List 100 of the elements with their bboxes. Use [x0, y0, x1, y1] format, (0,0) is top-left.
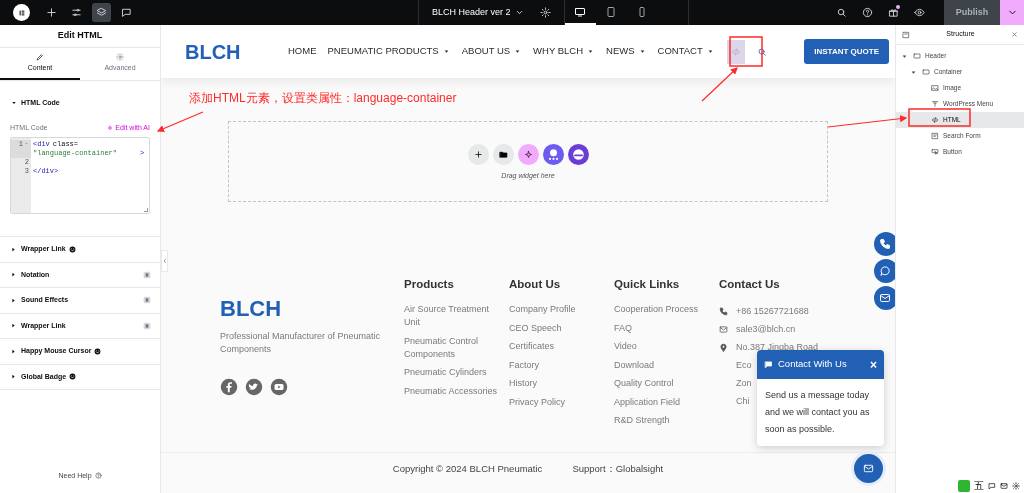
- contact-text: +86 15267721688: [736, 304, 809, 318]
- pro-badge-icon: [143, 270, 151, 279]
- footer-heading: About Us: [509, 277, 562, 292]
- footer-link[interactable]: Cooperation Process: [614, 303, 719, 317]
- footer-link[interactable]: Privacy Policy: [509, 395, 614, 409]
- desktop-icon: [574, 5, 587, 18]
- youtube-icon[interactable]: [270, 378, 288, 396]
- smiley-badge-icon: [69, 373, 77, 381]
- code-icon: [931, 116, 939, 124]
- footer-heading: Quick Links: [614, 277, 681, 292]
- phone-icon: [879, 238, 891, 250]
- envelope-icon: [879, 292, 891, 304]
- phone-float-button[interactable]: [874, 232, 895, 256]
- nav-link[interactable]: ABOUT US: [461, 44, 523, 59]
- panel-title: Edit HTML: [0, 25, 160, 48]
- footer-link[interactable]: Factory: [509, 358, 614, 372]
- twitter-icon[interactable]: [245, 378, 263, 396]
- envelope-icon: [863, 463, 874, 474]
- editor-logo[interactable]: [13, 4, 30, 21]
- popup-message: Send us a message today and we will contact you as soon as possible.: [764, 389, 871, 436]
- footer-link[interactable]: Application Field: [614, 395, 719, 409]
- settings-icon[interactable]: [1012, 482, 1020, 490]
- gear-icon: [116, 52, 124, 61]
- collapse-panel-handle[interactable]: [161, 250, 168, 272]
- nav-link[interactable]: CONTACT: [657, 44, 715, 59]
- annotation-arrow: [156, 111, 204, 132]
- comment-icon: [121, 7, 132, 18]
- annotation-text: 添加HTML元素，设置类属性：language-container: [189, 90, 457, 107]
- footer-link[interactable]: Video: [614, 340, 719, 354]
- footer-link[interactable]: FAQ: [614, 321, 719, 335]
- add-icon: [46, 7, 57, 18]
- help-icon[interactable]: [861, 7, 873, 18]
- facebook-icon[interactable]: [220, 378, 238, 396]
- contact-text: sale3@blch.cn: [736, 322, 796, 336]
- ime-toolbar[interactable]: 五: [956, 480, 1022, 492]
- resize-handle[interactable]: [144, 208, 148, 212]
- instant-quote-button[interactable]: INSTANT QUOTE: [804, 39, 889, 64]
- close-button[interactable]: ×: [870, 358, 877, 371]
- footer-link[interactable]: History: [509, 377, 614, 391]
- footer-link[interactable]: Download: [614, 358, 719, 372]
- email-float-button[interactable]: [874, 286, 895, 310]
- search-icon[interactable]: [835, 7, 847, 18]
- cursor-button-icon: [931, 148, 939, 156]
- contact-text: Eco: [736, 358, 752, 372]
- footer-link[interactable]: CEO Speech: [509, 321, 614, 335]
- footer-link[interactable]: Air Source Treatment Unit: [404, 303, 509, 330]
- footer-link[interactable]: Pneumatic Control Components: [404, 334, 509, 361]
- robot-button[interactable]: [542, 143, 564, 165]
- chat-launcher-button[interactable]: [851, 451, 886, 486]
- nav-link[interactable]: HOME: [288, 44, 317, 59]
- preview-icon[interactable]: [913, 7, 925, 18]
- code-icon: [730, 46, 741, 57]
- folder-icon: [498, 149, 508, 159]
- footer-link[interactable]: Pneumatic Accessories: [404, 384, 509, 398]
- layers-icon-button[interactable]: [92, 3, 111, 22]
- envelope-icon: [719, 324, 728, 334]
- phone-icon: [719, 306, 728, 316]
- menu-icon: [931, 100, 939, 108]
- smiley-badge-icon: [68, 245, 76, 253]
- footer-link[interactable]: Quality Control: [614, 377, 719, 391]
- close-icon[interactable]: [1011, 31, 1018, 38]
- whatsapp-icon: [879, 265, 891, 277]
- panel-icon: [902, 30, 910, 39]
- footer-heading: Products: [404, 277, 455, 292]
- face-button[interactable]: [567, 143, 589, 165]
- document-title-menu[interactable]: BLCH Header ver 2: [432, 5, 524, 20]
- image-icon: [931, 84, 939, 92]
- sparkle-button[interactable]: [517, 143, 539, 165]
- footer-link[interactable]: Certificates: [509, 340, 614, 354]
- contact-text: Chi: [736, 394, 750, 408]
- ime-mode[interactable]: 五: [974, 481, 984, 491]
- nav-link[interactable]: WHY BLCH: [533, 44, 596, 59]
- sliders-icon: [71, 7, 82, 18]
- nav-link[interactable]: NEWS: [606, 44, 647, 59]
- highlight-box: [908, 108, 971, 127]
- site-logo[interactable]: BLCH: [185, 41, 288, 62]
- sparkle-icon: [107, 124, 114, 131]
- gift-icon[interactable]: [887, 7, 899, 18]
- annotation-arrow: [701, 67, 738, 102]
- footer-link[interactable]: Company Profile: [509, 303, 614, 317]
- form-icon: [931, 132, 939, 140]
- footer-tagline: Professional Manufacturer of Pneumatic Components: [220, 330, 382, 356]
- folder-button[interactable]: [492, 143, 514, 165]
- footer-logo[interactable]: BLCH: [220, 298, 404, 320]
- contact-text: Zon: [736, 376, 752, 390]
- smiley-badge-icon: [94, 347, 102, 355]
- add-icon: [473, 149, 483, 159]
- contact-text: No.387 Jingba Road: [736, 340, 819, 354]
- sparkle-icon: [523, 149, 533, 159]
- footer-link[interactable]: Pneumatic Cylinders: [404, 366, 509, 380]
- tablet-icon: [605, 5, 618, 18]
- footer-heading: Contact Us: [719, 277, 781, 292]
- pencil-icon: [36, 52, 44, 61]
- nav-link[interactable]: PNEUMATIC PRODUCTS: [327, 44, 451, 59]
- pro-badge-icon: [143, 296, 151, 305]
- chat-icon: [764, 360, 773, 369]
- chevron-down-icon: [514, 8, 524, 17]
- location-pin-icon: [719, 342, 728, 352]
- whatsapp-float-button[interactable]: [874, 259, 895, 283]
- footer-link[interactable]: R&D Strength: [614, 414, 719, 428]
